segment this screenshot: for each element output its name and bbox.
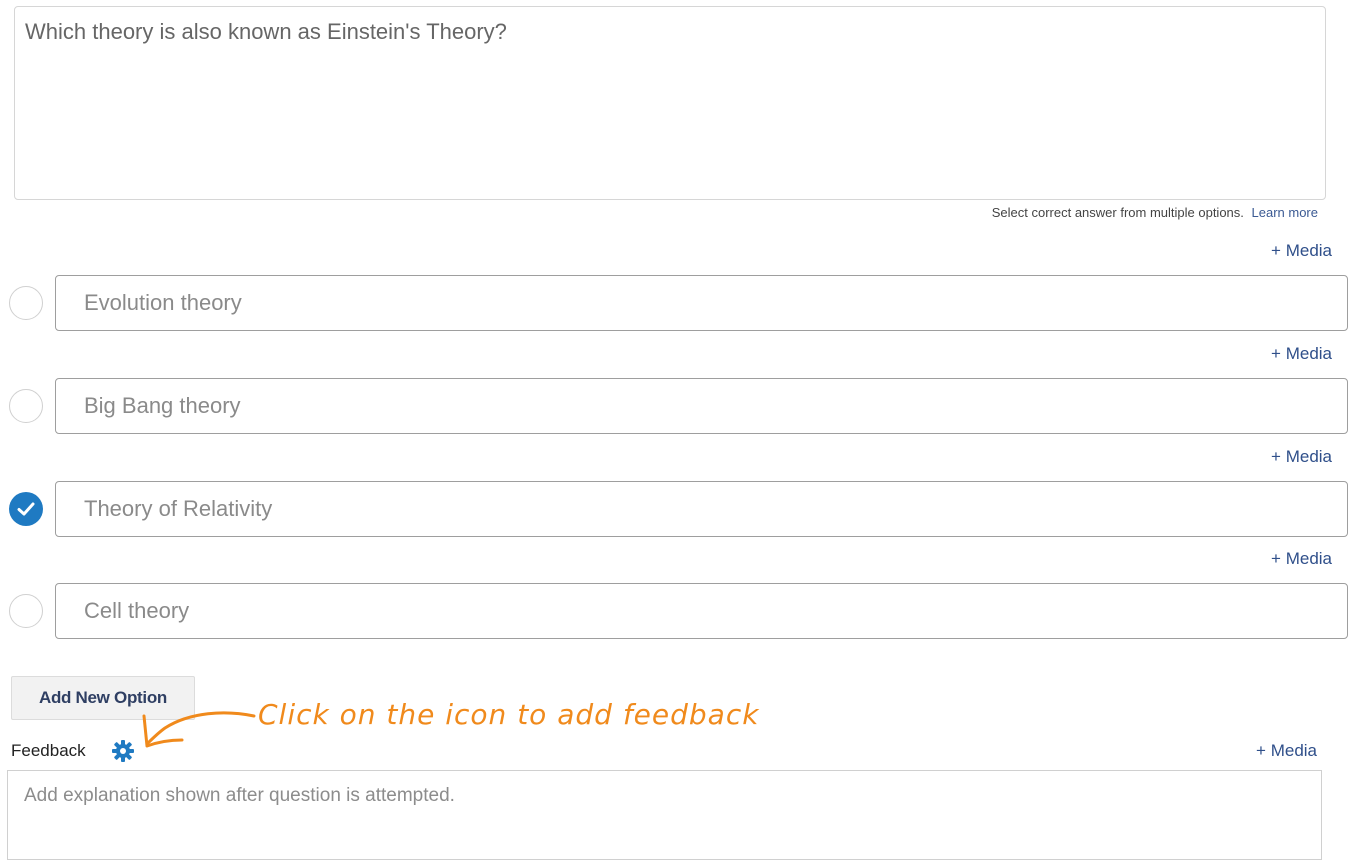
option-4-radio[interactable] — [9, 594, 43, 628]
feedback-placeholder: Add explanation shown after question is … — [24, 785, 455, 806]
option-1-input[interactable]: Evolution theory — [55, 275, 1348, 331]
annotation-arrow-icon — [142, 711, 256, 748]
option-2-add-media-link[interactable]: + Media — [1271, 344, 1332, 364]
option-4-input[interactable]: Cell theory — [55, 583, 1348, 639]
option-1-radio[interactable] — [9, 286, 43, 320]
option-2-input[interactable]: Big Bang theory — [55, 378, 1348, 434]
question-text-field[interactable]: Which theory is also known as Einstein's… — [14, 6, 1326, 200]
gear-icon[interactable] — [111, 739, 135, 763]
option-3-text: Theory of Relativity — [84, 496, 273, 521]
option-3-radio-selected[interactable] — [9, 492, 43, 526]
hint-text: Select correct answer from multiple opti… — [991, 205, 1244, 220]
option-4-add-media-link[interactable]: + Media — [1271, 549, 1332, 569]
option-3-input[interactable]: Theory of Relativity — [55, 481, 1348, 537]
option-1-add-media-link[interactable]: + Media — [1271, 241, 1332, 261]
check-icon — [17, 502, 35, 516]
option-2-radio[interactable] — [9, 389, 43, 423]
learn-more-link[interactable]: Learn more — [1252, 205, 1318, 220]
option-2-text: Big Bang theory — [84, 393, 241, 418]
feedback-add-media-link[interactable]: + Media — [1256, 741, 1317, 761]
option-1-text: Evolution theory — [84, 290, 242, 315]
feedback-label: Feedback — [11, 741, 86, 760]
feedback-text-field[interactable]: Add explanation shown after question is … — [7, 770, 1322, 860]
option-3-add-media-link[interactable]: + Media — [1271, 447, 1332, 467]
feedback-annotation-callout: Click on the icon to add feedback — [258, 698, 760, 731]
question-text: Which theory is also known as Einstein's… — [25, 19, 507, 44]
option-4-text: Cell theory — [84, 598, 190, 623]
question-type-hint: Select correct answer from multiple opti… — [992, 205, 1318, 220]
